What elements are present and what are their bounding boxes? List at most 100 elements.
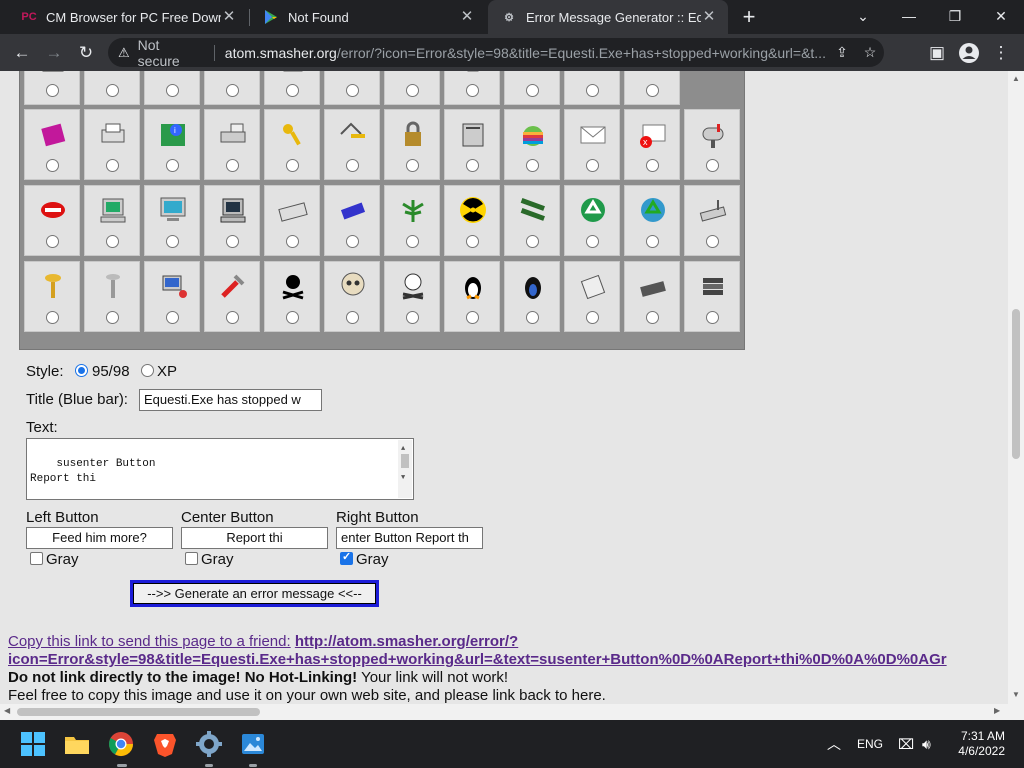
icon-radio[interactable]	[466, 311, 479, 324]
chrome-icon[interactable]	[105, 728, 137, 760]
bookmark-star-icon[interactable]: ☆	[856, 38, 884, 67]
icon-radio[interactable]	[106, 311, 119, 324]
icon-option-drive[interactable]	[564, 261, 620, 332]
icon-option-penguin[interactable]	[444, 261, 500, 332]
icon-option-error-colors[interactable]	[144, 71, 200, 105]
icon-radio[interactable]	[526, 84, 539, 97]
icon-option-circuit-info[interactable]: i	[144, 109, 200, 180]
icon-option-leaf[interactable]	[384, 185, 440, 256]
icon-radio[interactable]	[586, 235, 599, 248]
photos-icon[interactable]	[237, 728, 269, 760]
volume-icon[interactable]: 🔊︎	[922, 720, 931, 768]
icon-radio[interactable]	[706, 159, 719, 172]
center-button-input[interactable]: Report thi	[181, 527, 328, 549]
scroll-down-arrow-icon[interactable]: ▼	[1012, 690, 1020, 699]
icon-radio[interactable]	[46, 235, 59, 248]
icon-radio[interactable]	[406, 235, 419, 248]
horizontal-scroll-thumb[interactable]	[17, 708, 260, 716]
right-gray-checkbox[interactable]	[340, 550, 353, 565]
icon-radio[interactable]	[46, 159, 59, 172]
close-tab-icon[interactable]: ✕	[458, 8, 476, 26]
icon-radio[interactable]	[346, 159, 359, 172]
message-text-area[interactable]: susenter Button Report thi Gray enter Bu…	[26, 438, 414, 500]
icon-option-skull-crossbones[interactable]	[264, 261, 320, 332]
address-bar[interactable]: ⚠ Not secure atom.smasher.org /error/?ic…	[108, 37, 884, 69]
icon-radio[interactable]	[106, 235, 119, 248]
icon-radio[interactable]	[646, 159, 659, 172]
tab-error-generator[interactable]: ⚙ Error Message Generator :: Eques ✕	[488, 0, 728, 34]
not-secure-label[interactable]: Not secure	[138, 37, 204, 69]
right-button-input[interactable]: enter Button Report th	[336, 527, 483, 549]
copy-link-text[interactable]: Copy this link to send this page to a fr…	[8, 633, 291, 650]
icon-radio[interactable]	[466, 84, 479, 97]
icon-radio[interactable]	[226, 159, 239, 172]
icon-radio[interactable]	[406, 159, 419, 172]
icon-radio[interactable]	[166, 159, 179, 172]
share-url-link[interactable]: http://atom.smasher.org/error/?	[295, 633, 518, 650]
textarea-scroll-thumb[interactable]	[401, 454, 409, 468]
icon-option-disk[interactable]	[624, 261, 680, 332]
icon-radio[interactable]	[166, 235, 179, 248]
icon-option-computer-dark[interactable]	[204, 185, 260, 256]
icon-radio[interactable]	[706, 311, 719, 324]
minimize-button[interactable]: —	[886, 0, 932, 34]
icon-option-padlock[interactable]	[384, 109, 440, 180]
icon-radio[interactable]	[226, 235, 239, 248]
restore-button[interactable]: ❐	[932, 0, 978, 34]
forward-button[interactable]: →	[40, 39, 68, 67]
new-tab-button[interactable]: +	[737, 5, 761, 29]
icon-radio[interactable]	[586, 84, 599, 97]
icon-option-scanner[interactable]	[204, 109, 260, 180]
share-icon[interactable]: ⇪	[828, 38, 856, 67]
scroll-down-icon[interactable]: ▼	[401, 471, 405, 486]
icon-option-note[interactable]	[84, 71, 140, 105]
icon-option-recycle-globe[interactable]	[624, 185, 680, 256]
icon-radio[interactable]	[706, 235, 719, 248]
vertical-scroll-thumb[interactable]	[1012, 309, 1020, 459]
icon-radio[interactable]	[586, 159, 599, 172]
tab-cm-browser[interactable]: PC CM Browser for PC Free Download ✕	[8, 0, 248, 34]
message-text[interactable]: susenter Button Report thi Gray enter Bu…	[30, 458, 162, 499]
icon-option-recycle[interactable]	[564, 185, 620, 256]
icon-option-monitor[interactable]	[144, 185, 200, 256]
icon-radio[interactable]	[286, 235, 299, 248]
icon-option-envelope[interactable]	[564, 109, 620, 180]
icon-option-skull[interactable]	[324, 261, 380, 332]
icon-option-ram[interactable]	[504, 185, 560, 256]
icon-option-book[interactable]	[24, 109, 80, 180]
icon-option-keys[interactable]	[264, 109, 320, 180]
left-button-input[interactable]: Feed him more?	[26, 527, 173, 549]
icon-option-mailbox[interactable]	[684, 109, 740, 180]
icon-radio[interactable]	[106, 84, 119, 97]
icon-option-blue-ball[interactable]	[204, 71, 260, 105]
system-clock[interactable]: 7:31 AM 4/6/2022	[955, 729, 1005, 759]
close-tab-icon[interactable]: ✕	[700, 8, 718, 26]
tray-chevron-icon[interactable]: ︿	[827, 720, 841, 768]
icon-option-envelope-error[interactable]: x	[624, 109, 680, 180]
tab-search-button[interactable]: ⌄	[840, 0, 886, 34]
settings-gear-icon[interactable]	[193, 728, 225, 760]
style-option-xp[interactable]: XP	[157, 363, 177, 380]
share-url-continued[interactable]: icon=Error&style=98&title=Equesti.Exe+ha…	[8, 651, 947, 668]
icon-option-penguin-dark[interactable]	[504, 261, 560, 332]
icon-radio[interactable]	[286, 159, 299, 172]
icon-radio[interactable]	[406, 84, 419, 97]
icon-radio[interactable]	[646, 311, 659, 324]
page-vertical-scrollbar[interactable]: ▲ ▼	[1008, 71, 1024, 704]
icon-option-keyboard[interactable]	[264, 185, 320, 256]
icon-option-stack[interactable]	[684, 261, 740, 332]
left-gray-checkbox[interactable]	[30, 552, 43, 565]
icon-radio[interactable]	[286, 311, 299, 324]
icon-option-lips[interactable]	[324, 71, 380, 105]
scroll-right-arrow-icon[interactable]: ▶	[994, 706, 1000, 715]
menu-kebab-icon[interactable]: ⋮	[987, 39, 1015, 67]
icon-option-magnet[interactable]	[564, 71, 620, 105]
icon-option-hammer[interactable]	[504, 71, 560, 105]
icon-radio[interactable]	[526, 311, 539, 324]
icon-radio[interactable]	[526, 235, 539, 248]
icon-option-modem[interactable]	[324, 185, 380, 256]
icon-option-server[interactable]	[444, 109, 500, 180]
back-button[interactable]: ←	[8, 39, 36, 67]
icon-option-mouth[interactable]	[24, 185, 80, 256]
icon-option-screw[interactable]	[24, 261, 80, 332]
